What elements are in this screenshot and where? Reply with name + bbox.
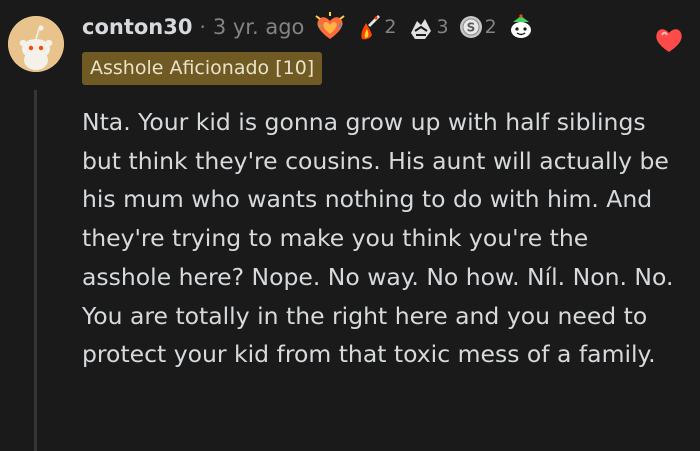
svg-text:S: S	[466, 21, 475, 35]
award-count: 2	[484, 16, 497, 38]
award-count: 2	[384, 16, 397, 38]
award-count: 3	[436, 16, 449, 38]
hug-award-icon	[410, 19, 431, 39]
avatar[interactable]	[8, 16, 64, 72]
meta-separator: ·	[199, 15, 206, 39]
award-silver[interactable]: S 2	[459, 15, 497, 39]
comment-header: conton30 · 3 yr. ago 2 3 S 2	[82, 10, 535, 44]
fire-rocket-award-icon	[361, 15, 381, 40]
snoo-avatar-icon	[8, 16, 64, 72]
reaction-heart[interactable]	[654, 26, 684, 58]
user-flair: Asshole Aficionado [10]	[82, 52, 323, 85]
heart-eyes-icon	[656, 29, 682, 52]
award-fire-rocket[interactable]: 2	[356, 13, 397, 41]
award-wholesome[interactable]	[314, 12, 346, 42]
silver-award-icon: S	[459, 16, 482, 38]
timestamp[interactable]: 3 yr. ago	[213, 15, 305, 39]
username[interactable]: conton30	[82, 15, 192, 39]
thread-line[interactable]	[34, 90, 37, 451]
wholesome-heart-award-icon	[315, 12, 346, 39]
comment-body: Nta. Your kid is gonna grow up with half…	[82, 108, 674, 369]
award-snoo[interactable]	[507, 13, 535, 41]
award-hug[interactable]: 3	[407, 13, 449, 41]
snoo-award-icon	[510, 14, 531, 38]
